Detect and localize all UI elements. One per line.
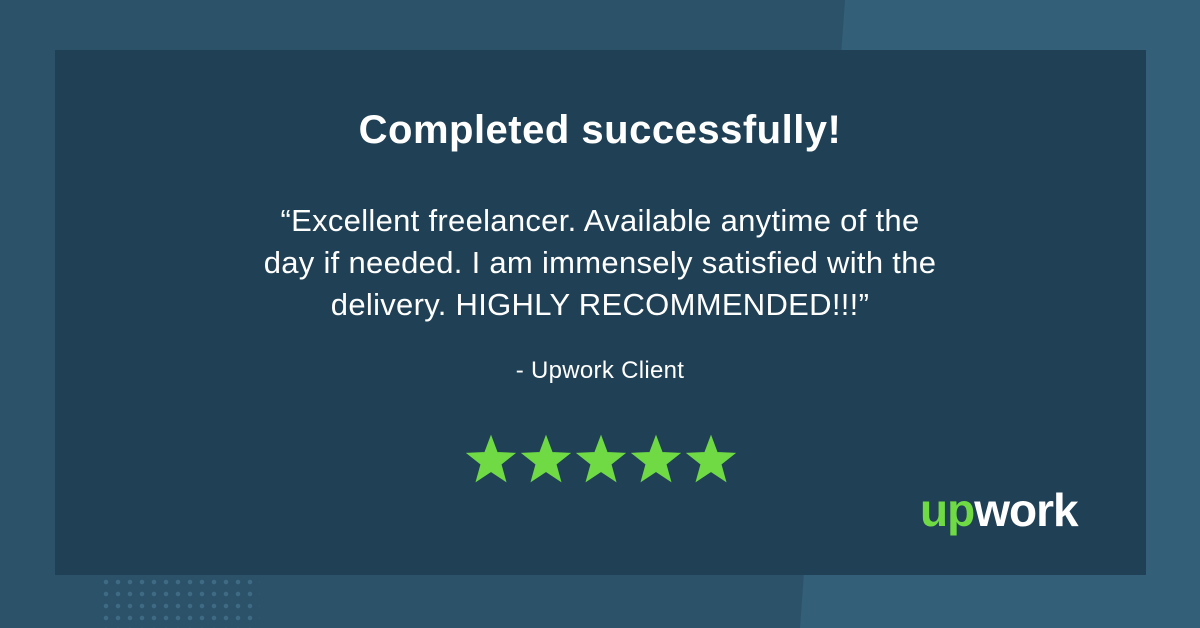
upwork-logo: upwork (920, 490, 1080, 536)
page-title: Completed successfully! (358, 108, 842, 152)
review-quote-line: “Excellent freelancer. Available anytime… (280, 203, 920, 238)
star-shape (575, 434, 627, 483)
upwork-logo-text: upwork (920, 490, 1079, 536)
review-quote-line: day if needed. I am immensely satisfied … (263, 245, 937, 280)
dot-pattern (100, 576, 260, 628)
review-author: - Upwork Client (515, 357, 685, 384)
star-shape (685, 434, 737, 483)
review-quote-line: delivery. HIGHLY RECOMMENDED!!!” (330, 287, 870, 322)
star-icon (630, 434, 682, 483)
star-icon (520, 434, 572, 483)
star-icon (465, 434, 517, 483)
star-icon (685, 434, 737, 483)
star-shape (465, 434, 517, 483)
star-shape (630, 434, 682, 483)
review-quote: “Excellent freelancer. Available anytime… (150, 200, 1050, 326)
star-shape (520, 434, 572, 483)
star-rating (465, 434, 737, 488)
star-icon (575, 434, 627, 483)
